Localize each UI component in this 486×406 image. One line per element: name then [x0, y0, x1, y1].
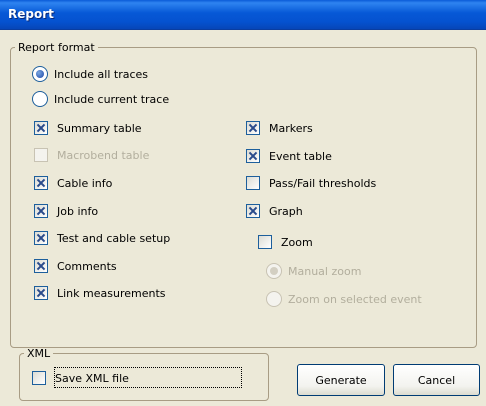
window-title: Report	[8, 7, 54, 21]
radio-include-current-trace[interactable]: Include current trace	[32, 89, 169, 109]
focus-rectangle	[54, 367, 242, 388]
checkbox-label: Cable info	[57, 176, 113, 190]
checkbox-pass-fail-thresholds[interactable]: Pass/Fail thresholds	[246, 173, 376, 193]
checkbox-indicator	[32, 371, 46, 385]
checkbox-label: Macrobend table	[57, 148, 150, 162]
checkbox-link-measurements[interactable]: Link measurements	[34, 283, 166, 303]
checkbox-indicator	[246, 149, 260, 163]
checkbox-indicator	[34, 121, 48, 135]
checkbox-indicator	[34, 176, 48, 190]
xml-legend: XML	[27, 347, 51, 360]
checkbox-test-cable-setup[interactable]: Test and cable setup	[34, 228, 170, 248]
radio-label: Manual zoom	[288, 264, 362, 278]
checkbox-indicator	[246, 121, 260, 135]
radio-indicator	[32, 91, 48, 107]
checkbox-indicator	[246, 204, 260, 218]
checkbox-indicator	[258, 235, 272, 249]
checkbox-graph[interactable]: Graph	[246, 201, 303, 221]
checkbox-label: Test and cable setup	[57, 231, 171, 245]
checkbox-comments[interactable]: Comments	[34, 256, 117, 276]
radio-manual-zoom: Manual zoom	[266, 261, 361, 281]
checkbox-label: Graph	[269, 204, 303, 218]
checkbox-label: Event table	[269, 149, 332, 163]
checkbox-zoom[interactable]: Zoom	[258, 232, 313, 252]
radio-indicator	[32, 66, 48, 82]
checkbox-cable-info[interactable]: Cable info	[34, 173, 112, 193]
dialog-body: Report format Include all traces Include…	[0, 30, 486, 406]
checkbox-indicator	[34, 204, 48, 218]
cancel-button[interactable]: Cancel	[393, 364, 480, 396]
checkbox-label: Summary table	[57, 121, 142, 135]
radio-label: Include current trace	[54, 92, 170, 106]
checkbox-indicator	[34, 148, 48, 162]
radio-indicator	[266, 263, 282, 279]
checkbox-indicator	[246, 176, 260, 190]
checkbox-indicator	[34, 231, 48, 245]
radio-include-all-traces[interactable]: Include all traces	[32, 64, 148, 84]
checkbox-label: Zoom	[281, 235, 313, 249]
checkbox-indicator	[34, 259, 48, 273]
generate-button[interactable]: Generate	[297, 364, 385, 396]
checkbox-summary-table[interactable]: Summary table	[34, 118, 142, 138]
checkbox-macrobend-table: Macrobend table	[34, 145, 149, 165]
radio-zoom-on-selected-event: Zoom on selected event	[266, 289, 422, 309]
checkbox-label: Pass/Fail thresholds	[269, 176, 377, 190]
checkbox-label: Markers	[269, 121, 313, 135]
checkbox-label: Link measurements	[57, 286, 166, 300]
report-format-legend: Report format	[18, 41, 95, 54]
checkbox-event-table[interactable]: Event table	[246, 146, 332, 166]
radio-label: Zoom on selected event	[288, 292, 422, 306]
radio-indicator	[266, 291, 282, 307]
checkbox-indicator	[34, 286, 48, 300]
checkbox-markers[interactable]: Markers	[246, 118, 313, 138]
checkbox-label: Job info	[57, 204, 99, 218]
checkbox-label: Comments	[57, 259, 117, 273]
title-bar[interactable]: Report	[0, 0, 486, 30]
checkbox-job-info[interactable]: Job info	[34, 201, 98, 221]
radio-label: Include all traces	[54, 67, 149, 81]
